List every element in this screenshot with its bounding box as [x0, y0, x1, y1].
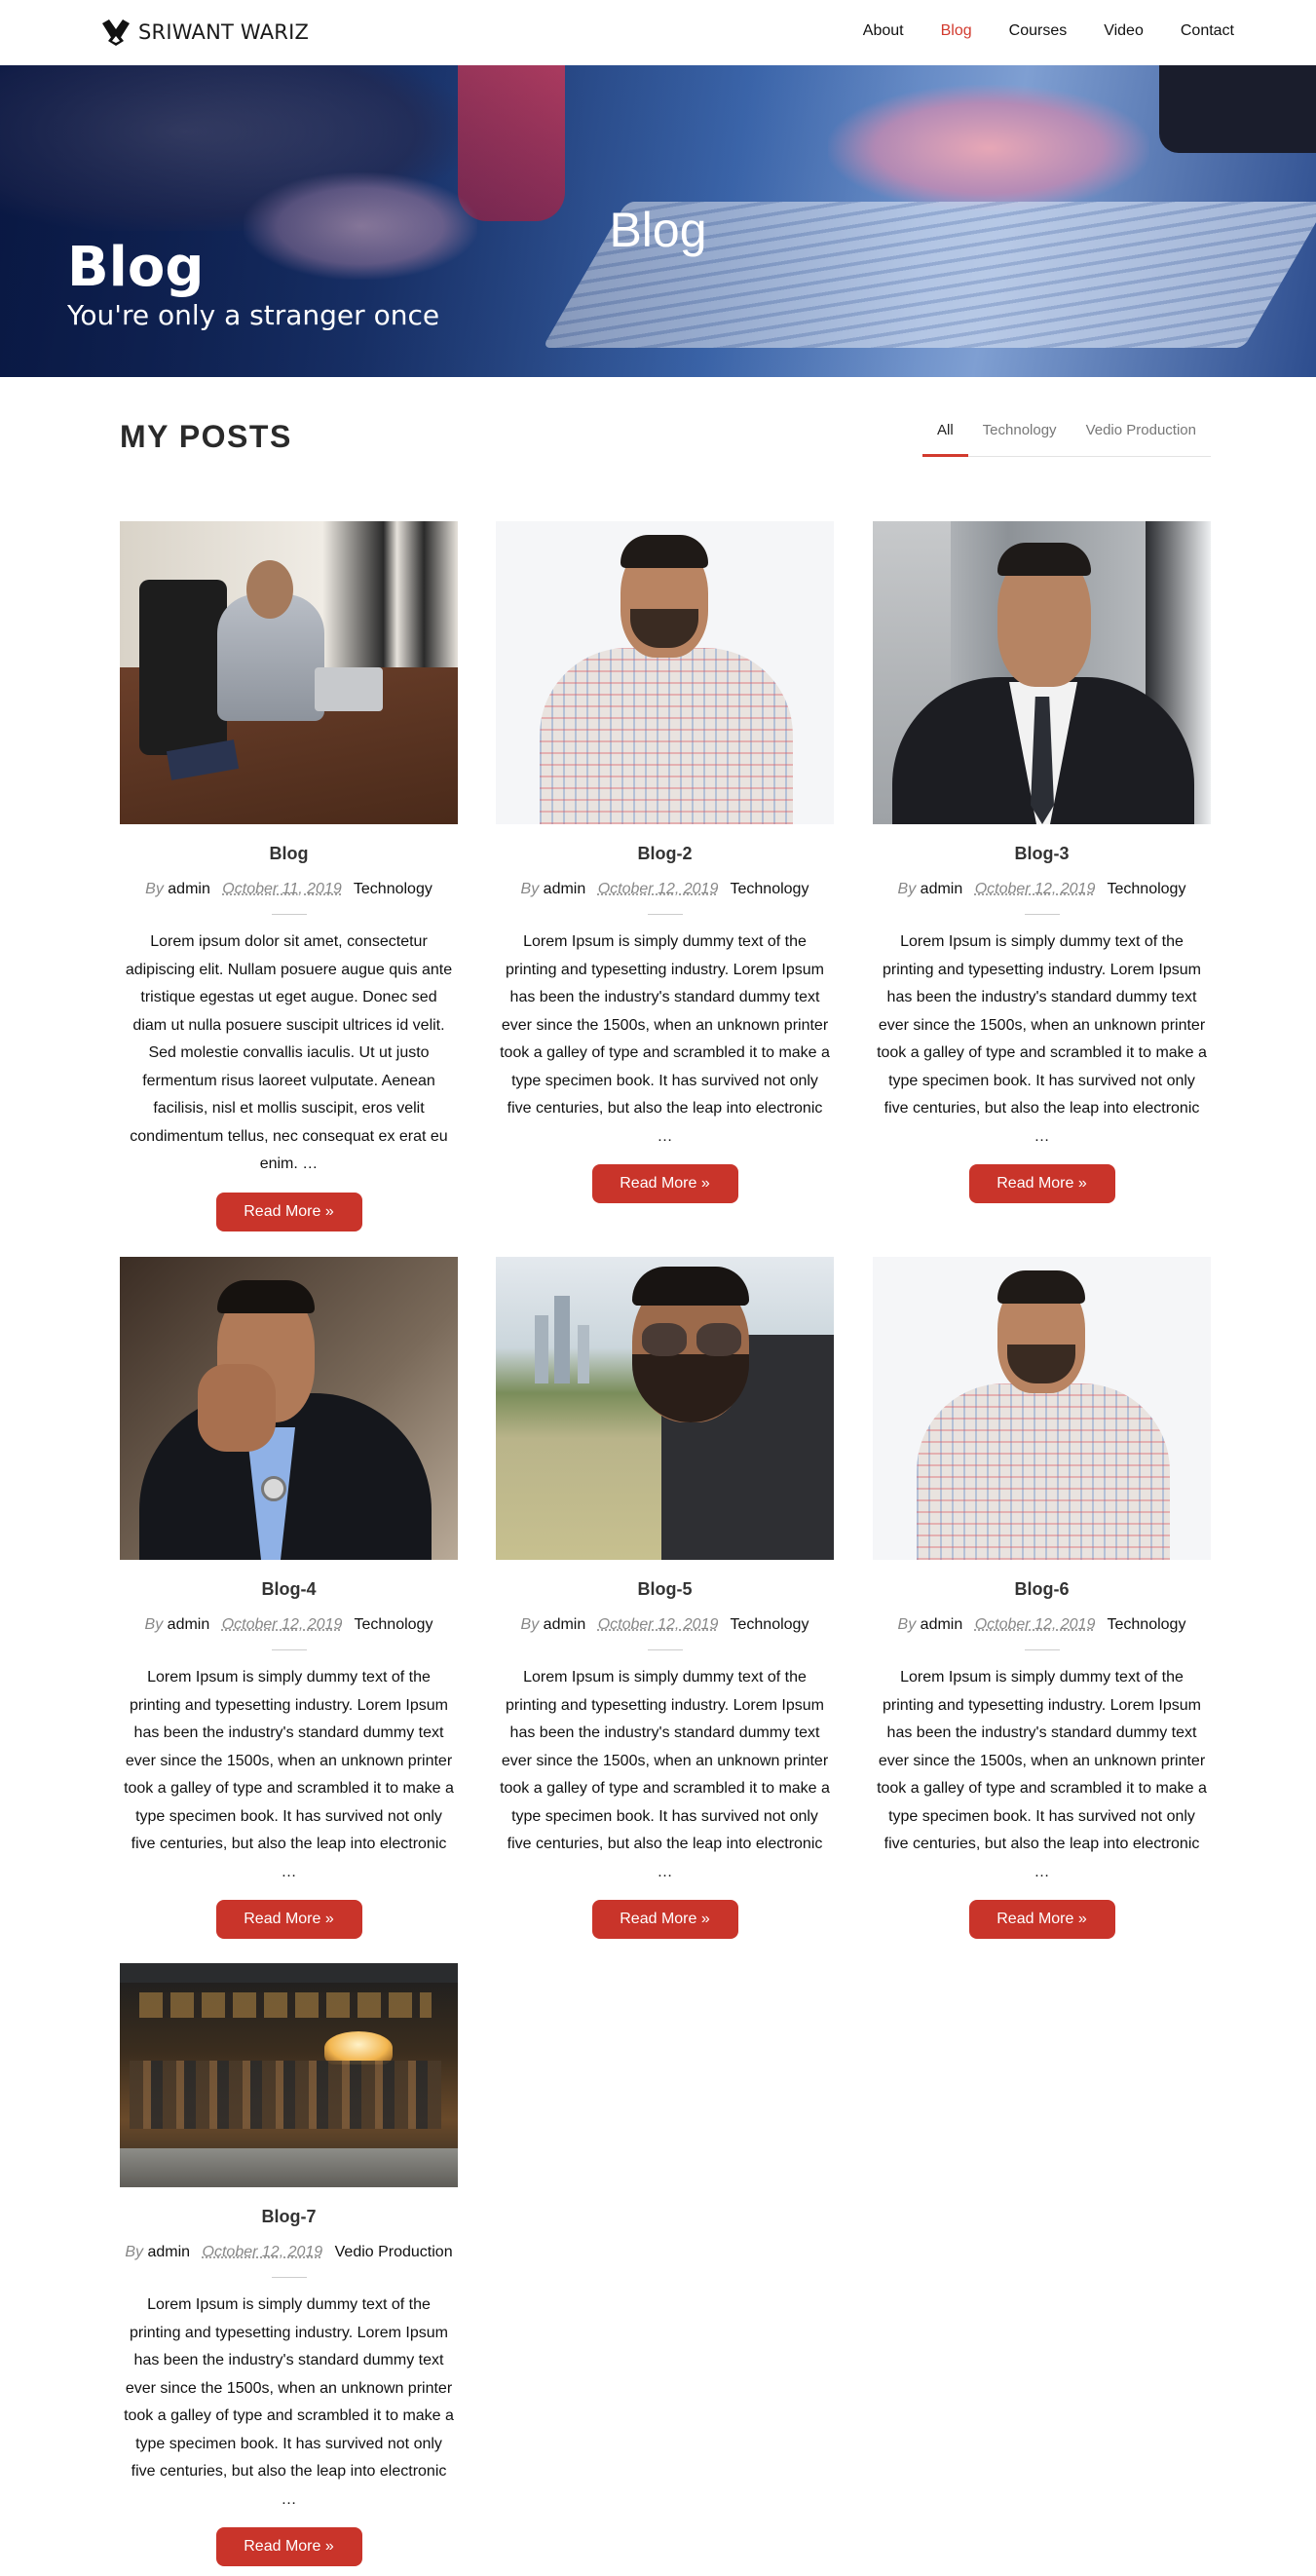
post-author[interactable]: admin [544, 881, 586, 897]
post-excerpt: Lorem Ipsum is simply dummy text of the … [124, 1669, 454, 1880]
post-meta: By admin October 12, 2019 Technology [496, 881, 834, 898]
post-image[interactable] [496, 1257, 834, 1560]
post-card: Blog-7 By admin October 12, 2019 Vedio P… [120, 1963, 458, 2566]
nav-blog[interactable]: Blog [941, 22, 972, 40]
post-by-label: By [520, 881, 540, 897]
post-author[interactable]: admin [544, 1616, 586, 1633]
post-by-label: By [144, 1616, 164, 1633]
post-image[interactable] [120, 521, 458, 824]
post-meta: By admin October 11, 2019 Technology [120, 881, 458, 898]
post-author[interactable]: admin [168, 1616, 210, 1633]
post-excerpt: Lorem Ipsum is simply dummy text of the … [124, 2296, 454, 2508]
meta-divider [647, 1649, 683, 1650]
post-by-label: By [897, 881, 917, 897]
post-author[interactable]: admin [148, 2244, 191, 2260]
site-header: SRIWANT WARIZ About Blog Courses Video C… [0, 0, 1316, 65]
post-author[interactable]: admin [921, 1616, 963, 1633]
hero-title: Blog [67, 236, 205, 299]
post-category[interactable]: Technology [731, 1616, 809, 1633]
post-by-label: By [125, 2244, 144, 2260]
post-image[interactable] [120, 1257, 458, 1560]
nav-video[interactable]: Video [1104, 22, 1144, 40]
post-image[interactable] [496, 521, 834, 824]
post-category[interactable]: Vedio Production [335, 2244, 453, 2260]
read-more-button[interactable]: Read More » [591, 1164, 738, 1203]
meta-divider [1024, 914, 1060, 915]
post-category[interactable]: Technology [355, 1616, 433, 1633]
post-image[interactable] [873, 521, 1211, 824]
post-title[interactable]: Blog-6 [873, 1579, 1211, 1605]
post-excerpt: Lorem Ipsum is simply dummy text of the … [500, 1669, 830, 1880]
read-more-button[interactable]: Read More » [215, 2527, 362, 2566]
post-author[interactable]: admin [921, 881, 963, 897]
post-title[interactable]: Blog-5 [496, 1579, 834, 1605]
post-category[interactable]: Technology [354, 881, 432, 897]
post-excerpt: Lorem ipsum dolor sit amet, consectetur … [125, 933, 453, 1172]
post-category[interactable]: Technology [731, 881, 809, 897]
category-filters: All Technology Vedio Production [922, 414, 1211, 457]
post-category[interactable]: Technology [1108, 881, 1186, 897]
post-by-label: By [520, 1616, 540, 1633]
nav-about[interactable]: About [863, 22, 904, 40]
post-image[interactable] [120, 1963, 458, 2187]
post-excerpt: Lorem Ipsum is simply dummy text of the … [877, 933, 1207, 1145]
read-more-button[interactable]: Read More » [215, 1192, 362, 1231]
meta-divider [1024, 1649, 1060, 1650]
post-date: October 12, 2019 [221, 1616, 343, 1633]
hero-banner: Blog Blog You're only a stranger once [0, 65, 1316, 377]
read-more-button[interactable]: Read More » [591, 1900, 738, 1939]
post-category[interactable]: Technology [1108, 1616, 1186, 1633]
main-nav: About Blog Courses Video Contact [863, 22, 1234, 40]
post-title[interactable]: Blog-3 [873, 844, 1211, 869]
post-card: Blog-2 By admin October 12, 2019 Technol… [496, 521, 834, 1203]
post-meta: By admin October 12, 2019 Technology [120, 1616, 458, 1634]
post-excerpt: Lorem Ipsum is simply dummy text of the … [500, 933, 830, 1145]
post-by-label: By [897, 1616, 917, 1633]
wariz-logo-icon [102, 19, 130, 46]
post-title[interactable]: Blog-4 [120, 1579, 458, 1605]
post-title[interactable]: Blog-2 [496, 844, 834, 869]
post-date: October 12, 2019 [597, 881, 719, 897]
brand-name: SRIWANT WARIZ [138, 20, 310, 44]
brand-logo[interactable]: SRIWANT WARIZ [99, 18, 309, 47]
meta-divider [271, 2277, 307, 2278]
read-more-button[interactable]: Read More » [968, 1900, 1115, 1939]
post-card: Blog-3 By admin October 12, 2019 Technol… [873, 521, 1211, 1203]
meta-divider [271, 914, 307, 915]
post-excerpt: Lorem Ipsum is simply dummy text of the … [877, 1669, 1207, 1880]
post-card: Blog-4 By admin October 12, 2019 Technol… [120, 1257, 458, 1939]
post-date: October 12, 2019 [974, 881, 1096, 897]
post-card: Blog-5 By admin October 12, 2019 Technol… [496, 1257, 834, 1939]
post-date: October 12, 2019 [202, 2244, 323, 2260]
read-more-button[interactable]: Read More » [968, 1164, 1115, 1203]
post-date: October 11, 2019 [222, 881, 342, 897]
post-by-label: By [145, 881, 164, 897]
post-title[interactable]: Blog-7 [120, 2207, 458, 2232]
post-title[interactable]: Blog [120, 844, 458, 869]
post-card: Blog-6 By admin October 12, 2019 Technol… [873, 1257, 1211, 1939]
post-meta: By admin October 12, 2019 Vedio Producti… [120, 2244, 458, 2261]
hero-subtitle: You're only a stranger once [67, 299, 440, 331]
meta-divider [271, 1649, 307, 1650]
post-date: October 12, 2019 [597, 1616, 719, 1633]
nav-contact[interactable]: Contact [1181, 22, 1234, 40]
post-date: October 12, 2019 [974, 1616, 1096, 1633]
post-card: Blog By admin October 11, 2019 Technolog… [120, 521, 458, 1231]
filter-all[interactable]: All [922, 414, 968, 457]
filter-technology[interactable]: Technology [968, 414, 1072, 457]
post-author[interactable]: admin [168, 881, 210, 897]
post-meta: By admin October 12, 2019 Technology [496, 1616, 834, 1634]
filter-vedio-production[interactable]: Vedio Production [1072, 414, 1211, 457]
nav-courses[interactable]: Courses [1009, 22, 1068, 40]
section-title: MY POSTS [120, 419, 292, 454]
post-image[interactable] [873, 1257, 1211, 1560]
meta-divider [647, 914, 683, 915]
post-meta: By admin October 12, 2019 Technology [873, 1616, 1211, 1634]
read-more-button[interactable]: Read More » [215, 1900, 362, 1939]
post-meta: By admin October 12, 2019 Technology [873, 881, 1211, 898]
